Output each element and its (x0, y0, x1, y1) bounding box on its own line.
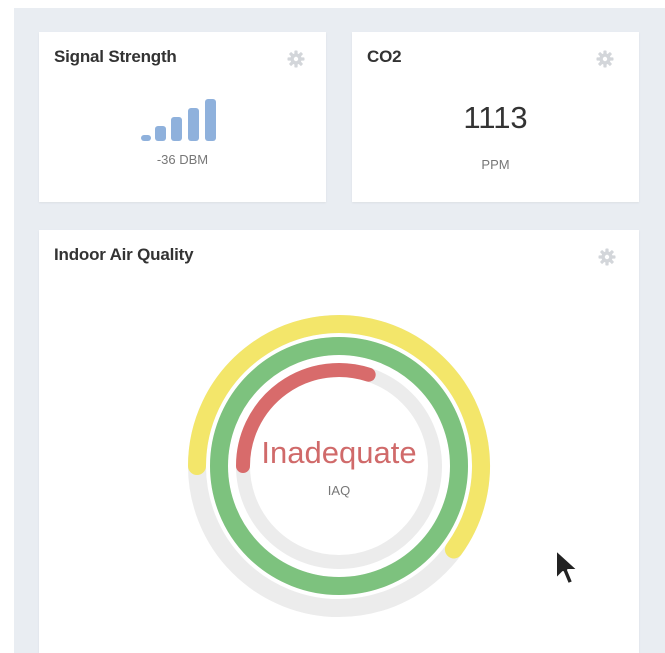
signal-strength-card: Signal Strength -36 DBM (39, 32, 326, 202)
mouse-pointer-icon (553, 548, 585, 595)
signal-strength-title: Signal Strength (54, 47, 177, 66)
co2-value: 1113 (463, 100, 528, 135)
signal-strength-icon (141, 97, 221, 141)
signal-bar (141, 135, 151, 141)
gear-icon[interactable] (596, 50, 614, 68)
signal-bar (188, 108, 199, 141)
signal-bar (205, 99, 216, 141)
signal-strength-unit: -36 DBM (156, 152, 209, 167)
signal-bar (155, 126, 166, 141)
iaq-label: IAQ (327, 483, 351, 498)
co2-unit: PPM (481, 157, 510, 172)
indoor-air-quality-card: Indoor Air Quality Inadequate IAQ (39, 230, 639, 653)
gear-icon[interactable] (287, 50, 305, 68)
signal-bar (171, 117, 182, 141)
co2-card: CO2 1113 PPM (352, 32, 639, 202)
co2-title: CO2 (367, 47, 402, 66)
iaq-status: Inadequate (261, 435, 417, 470)
